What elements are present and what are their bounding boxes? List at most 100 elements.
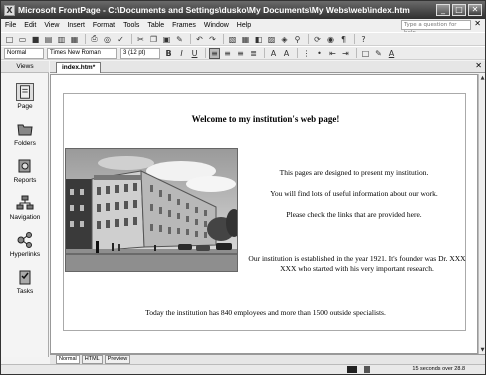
font-color-icon[interactable]: A <box>386 48 397 59</box>
document-tab-strip: index.htm* ✕ <box>50 61 485 73</box>
menu-help[interactable]: Help <box>237 22 251 29</box>
scroll-up-icon[interactable]: ▲ <box>479 74 486 82</box>
toolbar-separator <box>131 34 132 44</box>
frontpage-window: X Microsoft FrontPage - C:\Documents and… <box>0 0 486 375</box>
intro-paragraph: This pages are designed to present my in… <box>279 168 429 177</box>
tab-preview[interactable]: Preview <box>104 355 131 364</box>
insert-picture-icon[interactable]: ▨ <box>266 34 277 45</box>
menu-format[interactable]: Format <box>93 22 115 29</box>
toolbar-separator <box>190 34 191 44</box>
menu-file[interactable]: File <box>5 22 16 29</box>
menu-tools[interactable]: Tools <box>123 22 139 29</box>
menu-frames[interactable]: Frames <box>172 22 196 29</box>
hyperlink-icon[interactable]: ⚲ <box>292 34 303 45</box>
italic-icon[interactable]: I <box>176 48 187 59</box>
print-icon[interactable]: ⎙ <box>89 34 100 45</box>
toolbar-separator <box>205 48 206 58</box>
menu-view[interactable]: View <box>44 22 59 29</box>
copy-icon[interactable]: ❐ <box>148 34 159 45</box>
tasks-icon <box>19 270 31 285</box>
font-select[interactable]: Times New Roman <box>47 47 117 59</box>
view-reports[interactable]: Reports <box>1 157 49 191</box>
document-tab[interactable]: index.htm* <box>56 62 102 73</box>
format-painter-icon[interactable]: ✎ <box>174 34 185 45</box>
vertical-scrollbar[interactable]: ▲ ▼ <box>478 74 485 354</box>
close-document-icon[interactable]: ✕ <box>474 19 481 28</box>
view-folders[interactable]: Folders <box>1 120 49 154</box>
highlight-icon[interactable]: ✎ <box>373 48 384 59</box>
links-paragraph: Please check the links that are provided… <box>286 210 422 219</box>
scroll-down-icon[interactable]: ▼ <box>479 346 486 354</box>
page-content[interactable]: Welcome to my institution's web page! Th… <box>63 93 466 331</box>
view-navigation[interactable]: Navigation <box>1 194 49 228</box>
show-all-icon[interactable]: ¶ <box>338 34 349 45</box>
info-paragraph: You will find lots of useful information… <box>270 189 438 198</box>
bold-icon[interactable]: B <box>163 48 174 59</box>
institution-photo[interactable] <box>65 148 238 272</box>
align-left-icon[interactable]: ≡ <box>209 47 220 59</box>
refresh-icon[interactable]: ⟳ <box>312 34 323 45</box>
open-icon[interactable]: ▭ <box>17 34 28 45</box>
align-center-icon[interactable]: ≡ <box>222 48 233 59</box>
close-tab-icon[interactable]: ✕ <box>475 61 482 70</box>
publish-icon[interactable]: ▤ <box>43 34 54 45</box>
borders-icon[interactable]: □ <box>360 48 371 59</box>
underline-icon[interactable]: U <box>189 48 200 59</box>
justify-icon[interactable]: ≣ <box>248 48 259 59</box>
drawing-icon[interactable]: ◈ <box>279 34 290 45</box>
toolbar-separator <box>308 34 309 44</box>
frontpage-icon[interactable]: X <box>4 4 15 16</box>
bullets-icon[interactable]: • <box>314 48 325 59</box>
tab-html[interactable]: HTML <box>81 355 103 364</box>
spelling-icon[interactable]: ✓ <box>115 34 126 45</box>
navigation-toolbar-icon[interactable]: ▦ <box>69 34 80 45</box>
increase-indent-icon[interactable]: ⇥ <box>340 48 351 59</box>
decrease-indent-icon[interactable]: ⇤ <box>327 48 338 59</box>
redo-icon[interactable]: ↷ <box>207 34 218 45</box>
help-question-input[interactable]: Type a question for help <box>401 20 471 36</box>
views-bar: Page Folders Reports Navigation Hyperlin… <box>1 73 49 357</box>
minimize-button[interactable]: _ <box>436 4 450 16</box>
view-hyperlinks[interactable]: Hyperlinks <box>1 231 49 265</box>
toolbar-separator <box>223 34 224 44</box>
font-size-select[interactable]: 3 (12 pt) <box>120 47 160 59</box>
tab-normal[interactable]: Normal <box>56 355 80 364</box>
cut-icon[interactable]: ✂ <box>135 34 146 45</box>
standard-toolbar: □ ▭ ■ ▤ ▥ ▦ ⎙ ◎ ✓ ✂ ❐ ▣ ✎ ↶ ↷ ▧ ▦ ◧ ▨ ◈ … <box>1 32 485 46</box>
new-page-icon[interactable]: □ <box>4 34 15 45</box>
preview-icon[interactable]: ◎ <box>102 34 113 45</box>
view-page[interactable]: Page <box>1 83 49 117</box>
download-time-icon <box>364 366 370 373</box>
insert-layer-icon[interactable]: ◧ <box>253 34 264 45</box>
view-tasks[interactable]: Tasks <box>1 268 49 302</box>
web-component-icon[interactable]: ▧ <box>227 34 238 45</box>
paste-icon[interactable]: ▣ <box>161 34 172 45</box>
align-right-icon[interactable]: ≡ <box>235 48 246 59</box>
close-button[interactable]: ✕ <box>468 4 482 16</box>
menu-edit[interactable]: Edit <box>24 22 36 29</box>
help-icon[interactable]: ? <box>358 34 369 45</box>
menu-table[interactable]: Table <box>147 22 164 29</box>
menu-insert[interactable]: Insert <box>67 22 85 29</box>
views-header: Views <box>1 61 49 73</box>
undo-icon[interactable]: ↶ <box>194 34 205 45</box>
window-title: Microsoft FrontPage - C:\Documents and S… <box>18 5 410 15</box>
toolbar-separator <box>356 48 357 58</box>
style-select[interactable]: Normal <box>4 47 44 59</box>
numbering-icon[interactable]: ⋮ <box>301 48 312 59</box>
reports-icon <box>18 159 31 173</box>
folders-icon <box>17 124 33 136</box>
page-editor[interactable]: Welcome to my institution's web page! Th… <box>50 74 478 354</box>
view-mode-tabs: Normal HTML Preview <box>50 354 485 364</box>
save-icon[interactable]: ■ <box>30 34 41 45</box>
menu-window[interactable]: Window <box>204 22 229 29</box>
employees-paragraph: Today the institution has 840 employees … <box>145 308 386 317</box>
folder-list-icon[interactable]: ▥ <box>56 34 67 45</box>
decrease-font-icon[interactable]: A <box>281 48 292 59</box>
view-label: Reports <box>13 177 37 184</box>
building-photo-image <box>66 149 237 271</box>
insert-table-icon[interactable]: ▦ <box>240 34 251 45</box>
stop-icon[interactable]: ◉ <box>325 34 336 45</box>
maximize-button[interactable]: □ <box>452 4 466 16</box>
increase-font-icon[interactable]: A <box>268 48 279 59</box>
